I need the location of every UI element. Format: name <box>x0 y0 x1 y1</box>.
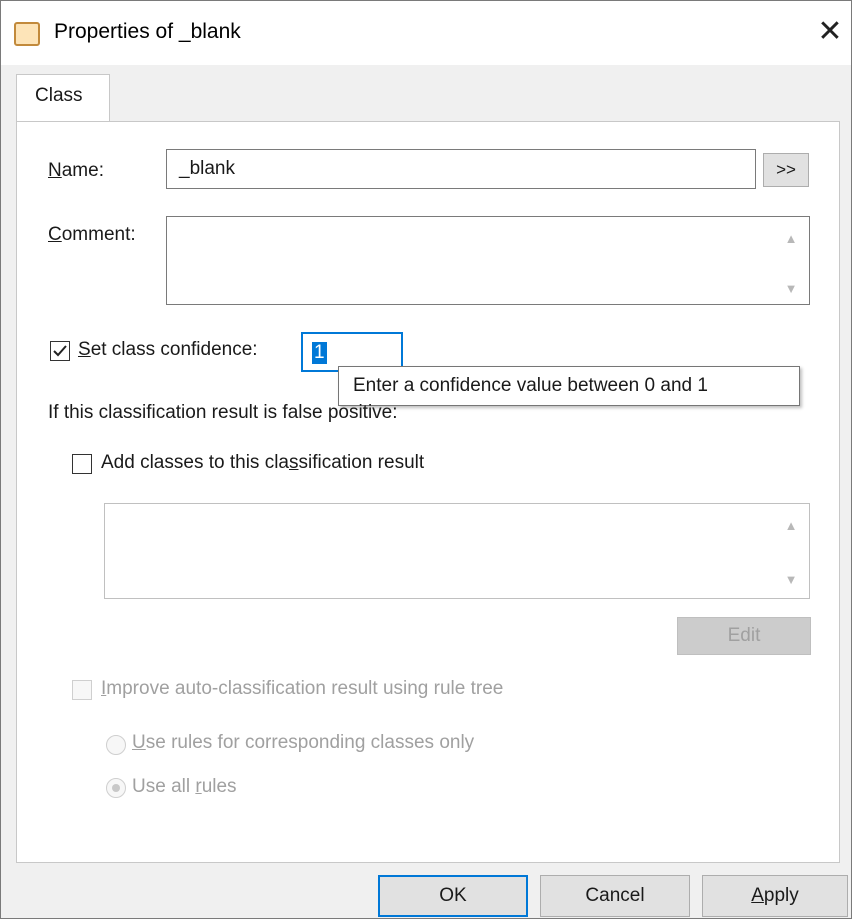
radio-selected-dot <box>112 784 120 792</box>
radio-corresponding-rules-label: Use rules for corresponding classes only <box>132 732 475 753</box>
apply-button[interactable]: Apply <box>702 875 848 917</box>
false-positive-heading: If this classification result is false p… <box>48 402 398 423</box>
comment-label: Comment: <box>48 224 136 245</box>
confidence-tooltip: Enter a confidence value between 0 and 1 <box>338 366 800 406</box>
close-icon[interactable]: ✕ <box>812 14 848 50</box>
name-label: Name: <box>48 160 104 181</box>
app-icon <box>14 22 40 46</box>
add-classes-checkbox[interactable] <box>72 454 92 474</box>
scroll-up-icon[interactable]: ▲ <box>777 518 805 533</box>
edit-button[interactable]: Edit <box>677 617 811 655</box>
radio-all-rules[interactable] <box>106 778 126 798</box>
added-classes-list[interactable]: ▲ ▼ <box>104 503 810 599</box>
confidence-value: 1 <box>312 342 327 364</box>
ok-button[interactable]: OK <box>378 875 528 917</box>
scroll-up-icon[interactable]: ▲ <box>777 231 805 246</box>
name-input[interactable]: _blank <box>166 149 756 189</box>
add-classes-label: Add classes to this classification resul… <box>101 452 425 473</box>
set-confidence-label: Set class confidence: <box>78 339 258 360</box>
name-more-button[interactable]: >> <box>763 153 809 187</box>
tab-class-label: Class <box>35 85 83 106</box>
set-confidence-checkbox[interactable] <box>50 341 70 361</box>
scroll-down-icon[interactable]: ▼ <box>777 281 805 296</box>
improve-label: Improve auto-classification result using… <box>101 678 504 699</box>
cancel-button[interactable]: Cancel <box>540 875 690 917</box>
name-value: _blank <box>179 158 235 179</box>
radio-all-rules-label: Use all rules <box>132 776 237 797</box>
radio-corresponding-rules[interactable] <box>106 735 126 755</box>
comment-textarea[interactable]: ▲ ▼ <box>166 216 810 305</box>
window-title: Properties of _blank <box>54 20 241 43</box>
tab-class[interactable]: Class <box>16 74 110 122</box>
scroll-down-icon[interactable]: ▼ <box>777 572 805 587</box>
improve-checkbox[interactable] <box>72 680 92 700</box>
checkmark-icon <box>53 345 67 357</box>
